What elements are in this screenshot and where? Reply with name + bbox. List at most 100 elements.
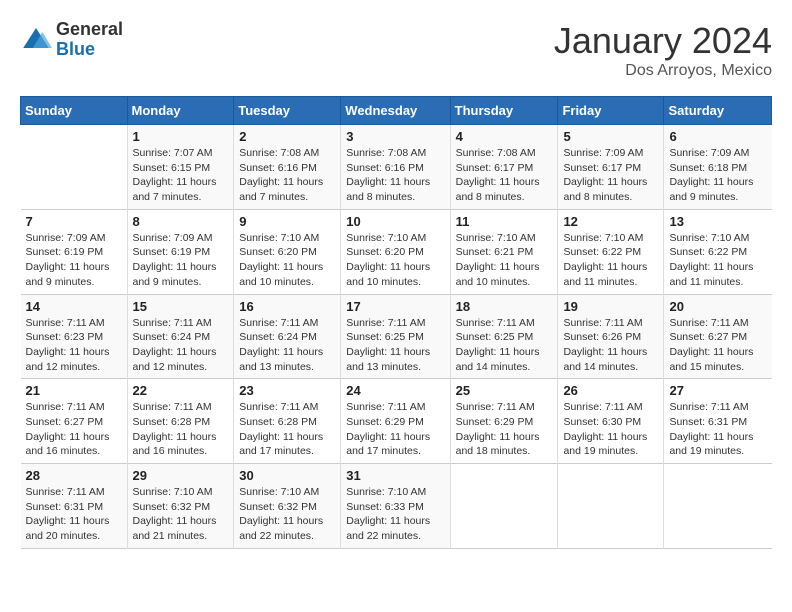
day-info: Sunrise: 7:10 AMSunset: 6:21 PMDaylight:… bbox=[456, 231, 553, 290]
week-row-1: 1Sunrise: 7:07 AMSunset: 6:15 PMDaylight… bbox=[21, 125, 772, 210]
day-cell: 21 Sunrise: 7:11 AMSunset: 6:27 PMDayligh… bbox=[21, 379, 128, 464]
calendar-header-row: SundayMondayTuesdayWednesdayThursdayFrid… bbox=[21, 97, 772, 125]
day-info: Sunrise: 7:10 AMSunset: 6:32 PMDaylight:… bbox=[133, 485, 229, 544]
day-number: 4 bbox=[456, 129, 553, 144]
week-row-3: 14Sunrise: 7:11 AMSunset: 6:23 PMDayligh… bbox=[21, 294, 772, 379]
day-cell: 25 Sunrise: 7:11 AMSunset: 6:29 PMDayligh… bbox=[450, 379, 558, 464]
day-info: Sunrise: 7:11 AMSunset: 6:31 PMDaylight:… bbox=[669, 400, 766, 459]
day-number: 31 bbox=[346, 468, 444, 483]
col-header-sunday: Sunday bbox=[21, 97, 128, 125]
day-info: Sunrise: 7:11 AMSunset: 6:27 PMDaylight:… bbox=[26, 400, 122, 459]
week-row-2: 7 Sunrise: 7:09 AMSunset: 6:19 PMDaylight… bbox=[21, 209, 772, 294]
day-info: Sunrise: 7:11 AMSunset: 6:26 PMDaylight:… bbox=[563, 316, 658, 375]
day-cell: 23 Sunrise: 7:11 AMSunset: 6:28 PMDayligh… bbox=[234, 379, 341, 464]
day-cell: 10 Sunrise: 7:10 AMSunset: 6:20 PMDayligh… bbox=[341, 209, 450, 294]
logo-text: General Blue bbox=[56, 20, 123, 60]
day-cell: 28Sunrise: 7:11 AMSunset: 6:31 PMDayligh… bbox=[21, 464, 128, 549]
day-cell: 22 Sunrise: 7:11 AMSunset: 6:28 PMDayligh… bbox=[127, 379, 234, 464]
day-cell bbox=[558, 464, 664, 549]
day-cell: 4 Sunrise: 7:08 AMSunset: 6:17 PMDaylight… bbox=[450, 125, 558, 210]
day-info: Sunrise: 7:11 AMSunset: 6:29 PMDaylight:… bbox=[456, 400, 553, 459]
day-number: 12 bbox=[563, 214, 658, 229]
day-number: 1 bbox=[133, 129, 229, 144]
day-info: Sunrise: 7:11 AMSunset: 6:24 PMDaylight:… bbox=[239, 316, 335, 375]
day-cell: 1Sunrise: 7:07 AMSunset: 6:15 PMDaylight… bbox=[127, 125, 234, 210]
day-info: Sunrise: 7:11 AMSunset: 6:27 PMDaylight:… bbox=[669, 316, 766, 375]
day-info: Sunrise: 7:10 AMSunset: 6:22 PMDaylight:… bbox=[669, 231, 766, 290]
day-info: Sunrise: 7:11 AMSunset: 6:30 PMDaylight:… bbox=[563, 400, 658, 459]
day-number: 22 bbox=[133, 383, 229, 398]
col-header-saturday: Saturday bbox=[664, 97, 772, 125]
day-number: 15 bbox=[133, 299, 229, 314]
day-number: 28 bbox=[26, 468, 122, 483]
day-info: Sunrise: 7:09 AMSunset: 6:17 PMDaylight:… bbox=[563, 146, 658, 205]
day-cell bbox=[664, 464, 772, 549]
day-cell: 19 Sunrise: 7:11 AMSunset: 6:26 PMDayligh… bbox=[558, 294, 664, 379]
col-header-monday: Monday bbox=[127, 97, 234, 125]
calendar-table: SundayMondayTuesdayWednesdayThursdayFrid… bbox=[20, 96, 772, 549]
day-cell bbox=[21, 125, 128, 210]
day-cell: 30 Sunrise: 7:10 AMSunset: 6:32 PMDayligh… bbox=[234, 464, 341, 549]
day-info: Sunrise: 7:11 AMSunset: 6:28 PMDaylight:… bbox=[239, 400, 335, 459]
day-cell: 14Sunrise: 7:11 AMSunset: 6:23 PMDayligh… bbox=[21, 294, 128, 379]
day-number: 20 bbox=[669, 299, 766, 314]
day-number: 23 bbox=[239, 383, 335, 398]
day-cell: 3Sunrise: 7:08 AMSunset: 6:16 PMDaylight… bbox=[341, 125, 450, 210]
day-cell: 16Sunrise: 7:11 AMSunset: 6:24 PMDayligh… bbox=[234, 294, 341, 379]
day-number: 10 bbox=[346, 214, 444, 229]
day-info: Sunrise: 7:09 AMSunset: 6:19 PMDaylight:… bbox=[133, 231, 229, 290]
day-number: 6 bbox=[669, 129, 766, 144]
month-title: January 2024 bbox=[554, 20, 772, 62]
day-number: 24 bbox=[346, 383, 444, 398]
day-cell: 15 Sunrise: 7:11 AMSunset: 6:24 PMDayligh… bbox=[127, 294, 234, 379]
day-number: 21 bbox=[26, 383, 122, 398]
col-header-friday: Friday bbox=[558, 97, 664, 125]
day-info: Sunrise: 7:10 AMSunset: 6:22 PMDaylight:… bbox=[563, 231, 658, 290]
day-cell: 8 Sunrise: 7:09 AMSunset: 6:19 PMDaylight… bbox=[127, 209, 234, 294]
day-info: Sunrise: 7:11 AMSunset: 6:25 PMDaylight:… bbox=[346, 316, 444, 375]
day-number: 2 bbox=[239, 129, 335, 144]
day-cell: 13Sunrise: 7:10 AMSunset: 6:22 PMDayligh… bbox=[664, 209, 772, 294]
day-cell: 31 Sunrise: 7:10 AMSunset: 6:33 PMDayligh… bbox=[341, 464, 450, 549]
day-info: Sunrise: 7:10 AMSunset: 6:20 PMDaylight:… bbox=[239, 231, 335, 290]
week-row-4: 21 Sunrise: 7:11 AMSunset: 6:27 PMDayligh… bbox=[21, 379, 772, 464]
col-header-thursday: Thursday bbox=[450, 97, 558, 125]
col-header-wednesday: Wednesday bbox=[341, 97, 450, 125]
day-cell: 11 Sunrise: 7:10 AMSunset: 6:21 PMDayligh… bbox=[450, 209, 558, 294]
day-cell: 6Sunrise: 7:09 AMSunset: 6:18 PMDaylight… bbox=[664, 125, 772, 210]
day-number: 26 bbox=[563, 383, 658, 398]
day-cell: 24Sunrise: 7:11 AMSunset: 6:29 PMDayligh… bbox=[341, 379, 450, 464]
day-number: 25 bbox=[456, 383, 553, 398]
day-info: Sunrise: 7:10 AMSunset: 6:32 PMDaylight:… bbox=[239, 485, 335, 544]
location-title: Dos Arroyos, Mexico bbox=[554, 62, 772, 80]
day-number: 30 bbox=[239, 468, 335, 483]
day-info: Sunrise: 7:11 AMSunset: 6:23 PMDaylight:… bbox=[26, 316, 122, 375]
day-number: 19 bbox=[563, 299, 658, 314]
week-row-5: 28Sunrise: 7:11 AMSunset: 6:31 PMDayligh… bbox=[21, 464, 772, 549]
day-cell: 17 Sunrise: 7:11 AMSunset: 6:25 PMDayligh… bbox=[341, 294, 450, 379]
day-info: Sunrise: 7:11 AMSunset: 6:24 PMDaylight:… bbox=[133, 316, 229, 375]
title-block: January 2024 Dos Arroyos, Mexico bbox=[554, 20, 772, 80]
day-info: Sunrise: 7:09 AMSunset: 6:19 PMDaylight:… bbox=[26, 231, 122, 290]
day-cell: 12 Sunrise: 7:10 AMSunset: 6:22 PMDayligh… bbox=[558, 209, 664, 294]
day-number: 7 bbox=[26, 214, 122, 229]
day-info: Sunrise: 7:10 AMSunset: 6:33 PMDaylight:… bbox=[346, 485, 444, 544]
col-header-tuesday: Tuesday bbox=[234, 97, 341, 125]
page-header: General Blue January 2024 Dos Arroyos, M… bbox=[20, 20, 772, 80]
day-info: Sunrise: 7:10 AMSunset: 6:20 PMDaylight:… bbox=[346, 231, 444, 290]
day-info: Sunrise: 7:11 AMSunset: 6:28 PMDaylight:… bbox=[133, 400, 229, 459]
day-info: Sunrise: 7:11 AMSunset: 6:25 PMDaylight:… bbox=[456, 316, 553, 375]
day-info: Sunrise: 7:08 AMSunset: 6:17 PMDaylight:… bbox=[456, 146, 553, 205]
logo: General Blue bbox=[20, 20, 123, 60]
day-number: 8 bbox=[133, 214, 229, 229]
day-cell: 7 Sunrise: 7:09 AMSunset: 6:19 PMDaylight… bbox=[21, 209, 128, 294]
day-cell: 29 Sunrise: 7:10 AMSunset: 6:32 PMDayligh… bbox=[127, 464, 234, 549]
day-number: 17 bbox=[346, 299, 444, 314]
day-cell: 18Sunrise: 7:11 AMSunset: 6:25 PMDayligh… bbox=[450, 294, 558, 379]
logo-blue: Blue bbox=[56, 40, 123, 60]
day-number: 29 bbox=[133, 468, 229, 483]
logo-general: General bbox=[56, 20, 123, 40]
day-number: 11 bbox=[456, 214, 553, 229]
day-cell bbox=[450, 464, 558, 549]
day-number: 5 bbox=[563, 129, 658, 144]
